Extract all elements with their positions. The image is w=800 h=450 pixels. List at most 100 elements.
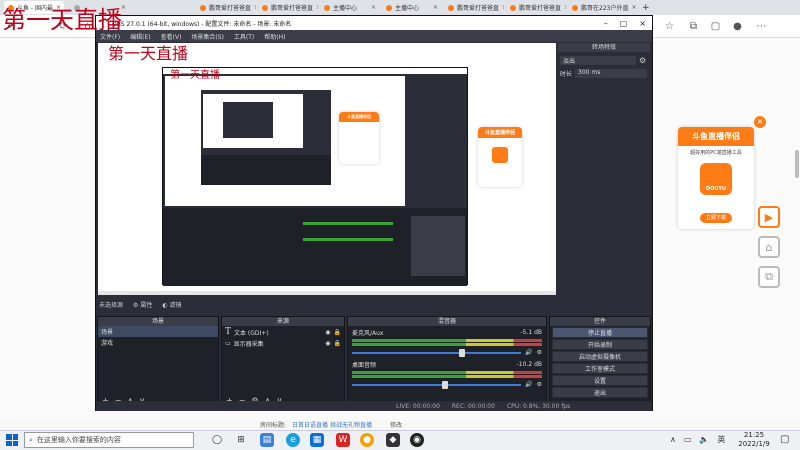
obs-preview[interactable]: 斗鱼直播伴侣 斗鱼直播伴侣 [98, 43, 556, 295]
exit-button[interactable]: 退出 [552, 387, 648, 398]
speaker-icon[interactable]: 🔊 [525, 349, 532, 356]
wps-icon[interactable]: W [336, 433, 350, 447]
room-title-link[interactable]: 日首日语直播 挑战无礼物直播 [292, 420, 372, 429]
store-icon[interactable]: ▦ [310, 433, 324, 447]
close-icon[interactable]: × [564, 4, 566, 11]
duration-input[interactable]: 300 ms [575, 69, 648, 78]
mixer-header: 混音器 [348, 317, 546, 326]
volume-icon[interactable]: 🔈 [699, 435, 709, 444]
gear-icon[interactable]: ⚙ [537, 381, 542, 388]
notification-icon[interactable]: ▢ [780, 434, 789, 445]
settings-button[interactable]: 设置 [552, 375, 648, 386]
maximize-icon[interactable]: ▢ [620, 19, 628, 28]
scene-item[interactable]: 场景 [98, 326, 218, 337]
task-view-icon[interactable]: ◯ [210, 433, 224, 447]
menu-tools[interactable]: 工具(T) [234, 32, 254, 41]
rec-timer: REC: 00:00:00 [451, 402, 495, 410]
source-item[interactable]: T 文本 (GDI+) ◉ 🔒 [222, 326, 344, 338]
windows-start-icon[interactable] [6, 434, 18, 446]
settings-icon[interactable]: ⋯ [754, 19, 769, 34]
lock-icon[interactable]: 🔒 [334, 329, 341, 336]
extensions-icon[interactable]: ⧉ [686, 19, 701, 34]
gear-icon[interactable]: ⚙ [639, 56, 646, 65]
close-icon[interactable]: × [371, 4, 376, 11]
nested-obs-window: 斗鱼直播伴侣 [162, 67, 468, 286]
slider-knob[interactable] [458, 348, 465, 357]
collections-icon[interactable]: ▢ [708, 19, 723, 34]
chevron-up-icon[interactable]: ∧ [670, 435, 676, 444]
close-icon[interactable]: × [254, 4, 256, 11]
browser-tab[interactable]: 鹏哥爱打爸爸直× [444, 1, 504, 14]
page-scrollbar[interactable] [795, 150, 799, 178]
lock-icon[interactable]: 🔒 [334, 340, 341, 347]
filters-button[interactable]: ◐ 滤镜 [162, 300, 181, 309]
eye-icon[interactable]: ◉ [325, 329, 330, 336]
speaker-icon[interactable]: 🔊 [525, 381, 532, 388]
browser-tab[interactable]: 鹏哥爱打爸爸直× [506, 1, 566, 14]
obs-icon[interactable]: ◉ [410, 433, 424, 447]
close-icon[interactable]: × [639, 19, 646, 28]
close-icon[interactable]: × [502, 4, 504, 11]
douyu-assistant-promo: 斗鱼直播伴侣 超好用的PC端直播工具 DOUYU 立即下载 [678, 127, 754, 229]
home-icon[interactable]: ⌂ [758, 236, 780, 258]
widgets-icon[interactable]: ⊞ [234, 433, 248, 447]
edit-link[interactable]: 修改 [390, 420, 402, 429]
play-icon[interactable]: ▶ [758, 206, 780, 228]
stop-streaming-button[interactable]: 停止直播 [552, 327, 648, 338]
taskbar-search[interactable]: ⌕ 在这里输入你要搜索的内容 [24, 432, 194, 448]
chrome-icon[interactable]: ● [360, 433, 374, 447]
scene-item[interactable]: 游戏 [98, 337, 218, 348]
virtual-camera-button[interactable]: 启动虚拟摄像机 [552, 351, 648, 362]
minimize-icon[interactable]: – [604, 19, 608, 28]
slider-knob[interactable] [442, 380, 449, 389]
game-icon[interactable]: ◆ [386, 433, 400, 447]
new-tab-button[interactable]: + [640, 1, 654, 14]
ime-icon[interactable]: 英 [717, 434, 725, 445]
browser-tab[interactable]: 鹏哥在223户外直 × [568, 1, 636, 14]
taskbar-clock[interactable]: 21:25 2022/1/9 [736, 431, 772, 449]
channel-db: -5.1 dB [520, 329, 542, 336]
scenes-dock: 场景 场景 游戏 + − ∧ ∨ [97, 316, 219, 406]
browser-tab[interactable]: 鹏哥爱打爸爸直× [196, 1, 256, 14]
studio-mode-button[interactable]: 工作室模式 [552, 363, 648, 374]
volume-meter [352, 343, 542, 346]
browser-tab[interactable]: 主播中心 × [382, 1, 442, 14]
browser-tab[interactable]: 鹏哥爱打爸爸直× [258, 1, 318, 14]
menu-help[interactable]: 帮助(H) [264, 32, 285, 41]
favorite-icon[interactable]: ☆ [662, 19, 677, 34]
file-explorer-icon[interactable]: ▤ [260, 433, 274, 447]
promo-close-button[interactable]: × [754, 116, 766, 128]
start-recording-button[interactable]: 开始录制 [552, 339, 648, 350]
watermark-text: 第一天直播 [2, 6, 122, 34]
transition-select[interactable]: 淡出 [560, 56, 636, 65]
text-icon: T [225, 327, 232, 337]
tab-label: 主播中心 [333, 5, 358, 12]
browser-tab[interactable]: 主播中心 × [320, 1, 380, 14]
profile-icon[interactable]: ● [730, 19, 745, 34]
nested-obs-window [201, 90, 331, 185]
eye-icon[interactable]: ◉ [325, 340, 330, 347]
tab-label: 鹏哥在223户外直 [581, 5, 629, 12]
sources-header: 来源 [222, 317, 344, 326]
gear-icon[interactable]: ⚙ [537, 349, 542, 356]
network-icon[interactable]: ▭ [684, 435, 692, 444]
tab-label: 主播中心 [395, 5, 420, 12]
system-tray: ∧ ▭ 🔈 英 [670, 434, 725, 445]
nested-controls [411, 216, 465, 276]
transitions-header: 转场特效 [558, 43, 650, 52]
properties-button[interactable]: ⚙ 属性 [133, 300, 152, 309]
volume-slider[interactable] [352, 348, 522, 357]
tab-label: 鹏哥爱打爸爸直 [457, 5, 500, 12]
download-button[interactable]: 立即下载 [700, 213, 732, 223]
close-icon[interactable]: × [433, 4, 438, 11]
close-icon[interactable]: × [631, 4, 636, 11]
menu-scene-collection[interactable]: 场景集合(S) [191, 32, 224, 41]
volume-slider[interactable] [352, 380, 522, 389]
channel-db: -10.2 dB [516, 361, 542, 368]
nested-meter [303, 222, 393, 225]
properties-label: 属性 [140, 302, 153, 309]
close-icon[interactable]: × [316, 4, 318, 11]
source-item[interactable]: ▭ 显示器采集 ◉ 🔒 [222, 338, 344, 349]
share-icon[interactable]: ⧉ [758, 266, 780, 288]
edge-icon[interactable]: e [286, 433, 300, 447]
